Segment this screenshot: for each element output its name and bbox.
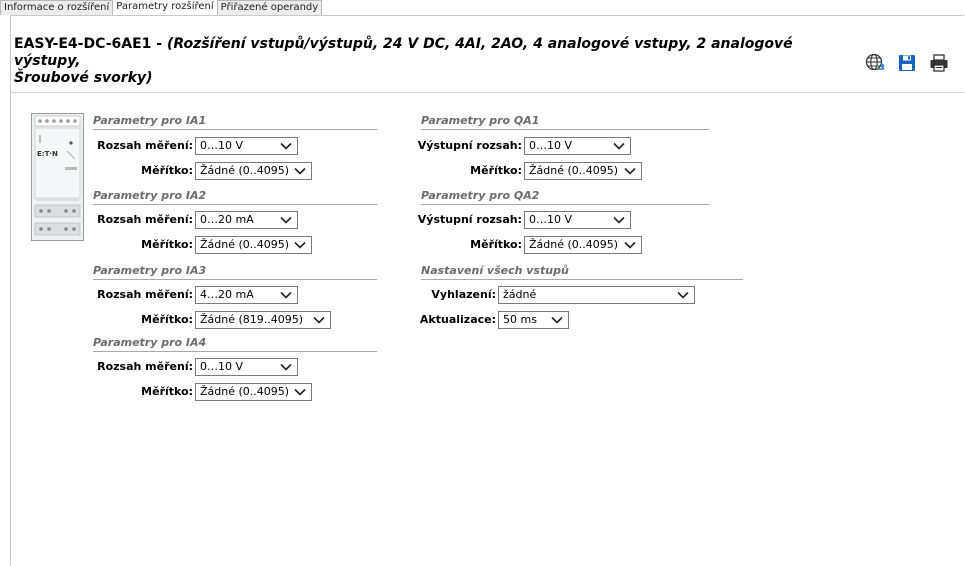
toolbar [864,52,950,74]
scale-value-ia3: Žádné (819..4095) [200,313,304,326]
scale-value-ia4: Žádné (0..4095) [200,385,290,398]
group-ia4: Parametry pro IA4 [93,336,377,352]
group-ia3: Parametry pro IA3 [93,264,377,280]
scale-label-qa2: Měřítko: [470,238,522,251]
scale-value-qa1: Žádné (0..4095) [529,164,619,177]
range-value-qa2: 0…10 V [529,213,573,226]
chevron-down-icon [613,142,625,150]
chevron-down-icon [551,316,563,324]
scale-label-ia1: Měřítko: [141,164,193,177]
range-select-ia2[interactable]: 0…20 mA [195,211,298,229]
scale-value-ia2: Žádné (0..4095) [200,238,290,251]
scale-value-qa2: Žádné (0..4095) [529,238,619,251]
range-label-qa2: Výstupní rozsah: [417,213,522,226]
title-model: EASY-E4-DC-6AE1 [14,36,152,52]
title-dash: - [151,36,167,52]
group-header: Parametry pro QA1 [421,114,709,130]
range-value-ia1: 0…10 V [200,139,244,152]
range-value-ia2: 0…20 mA [200,213,254,226]
range-value-ia4: 0…10 V [200,360,244,373]
smoothing-select[interactable]: žádné [498,286,695,304]
tab-extension-info[interactable]: Informace o rozšíření [0,0,114,15]
range-select-qa2[interactable]: 0…10 V [524,211,631,229]
group-all-inputs: Nastavení všech vstupů [421,264,743,280]
chevron-down-icon [280,291,292,299]
range-label-ia4: Rozsah měření: [97,360,193,373]
chevron-down-icon [677,291,689,299]
group-ia1: Parametry pro IA1 [93,114,377,130]
scale-label-qa1: Měřítko: [470,164,522,177]
scale-select-ia1[interactable]: Žádné (0..4095) [195,162,312,180]
group-header: Parametry pro IA1 [93,114,377,130]
chevron-down-icon [624,167,636,175]
scale-select-qa1[interactable]: Žádné (0..4095) [524,162,642,180]
group-qa2: Parametry pro QA2 [421,189,709,205]
update-value: 50 ms [503,313,537,326]
globe-icon[interactable] [864,52,886,74]
scale-label-ia4: Měřítko: [141,385,193,398]
range-label-ia1: Rozsah měření: [97,139,193,152]
chevron-down-icon [280,216,292,224]
device-image: E:T·N [31,113,84,241]
group-header: Parametry pro IA3 [93,264,377,280]
device-brand: E:T·N [37,150,58,158]
update-select[interactable]: 50 ms [498,311,569,329]
tab-bar: Informace o rozšíření Parametry rozšířen… [0,0,323,15]
tab-extension-parameters[interactable]: Parametry rozšíření [112,0,218,15]
title-description-line2: Šroubové svorky) [14,70,153,86]
scale-label-ia3: Měřítko: [141,313,193,326]
range-select-qa1[interactable]: 0…10 V [524,137,631,155]
range-value-qa1: 0…10 V [529,139,573,152]
smoothing-label: Vyhlazení: [431,288,496,301]
group-qa1: Parametry pro QA1 [421,114,709,130]
range-label-ia2: Rozsah měření: [97,213,193,226]
range-select-ia4[interactable]: 0…10 V [195,358,298,376]
chevron-down-icon [294,241,306,249]
tab-assigned-operands[interactable]: Přiřazené operandy [216,0,323,15]
scale-select-ia4[interactable]: Žádné (0..4095) [195,383,312,401]
update-label: Aktualizace: [419,313,496,326]
title-separator [11,92,964,93]
chevron-down-icon [624,241,636,249]
scale-select-ia3[interactable]: Žádné (819..4095) [195,311,331,329]
range-value-ia3: 4…20 mA [200,288,254,301]
chevron-down-icon [294,167,306,175]
group-header: Parametry pro QA2 [421,189,709,205]
scale-select-qa2[interactable]: Žádné (0..4095) [524,236,642,254]
range-label-ia3: Rozsah měření: [97,288,193,301]
range-label-qa1: Výstupní rozsah: [417,139,522,152]
chevron-down-icon [280,363,292,371]
scale-value-ia1: Žádné (0..4095) [200,164,290,177]
chevron-down-icon [613,216,625,224]
save-icon[interactable] [896,52,918,74]
range-select-ia3[interactable]: 4…20 mA [195,286,298,304]
chevron-down-icon [313,316,325,324]
chevron-down-icon [280,142,292,150]
scale-select-ia2[interactable]: Žádné (0..4095) [195,236,312,254]
scale-label-ia2: Měřítko: [141,238,193,251]
print-icon[interactable] [928,52,950,74]
smoothing-value: žádné [503,288,537,301]
chevron-down-icon [294,388,306,396]
group-ia2: Parametry pro IA2 [93,189,377,205]
page-title: EASY-E4-DC-6AE1 - (Rozšíření vstupů/výst… [14,36,834,87]
group-header: Nastavení všech vstupů [421,264,743,280]
group-header: Parametry pro IA4 [93,336,377,352]
range-select-ia1[interactable]: 0…10 V [195,137,298,155]
group-header: Parametry pro IA2 [93,189,377,205]
